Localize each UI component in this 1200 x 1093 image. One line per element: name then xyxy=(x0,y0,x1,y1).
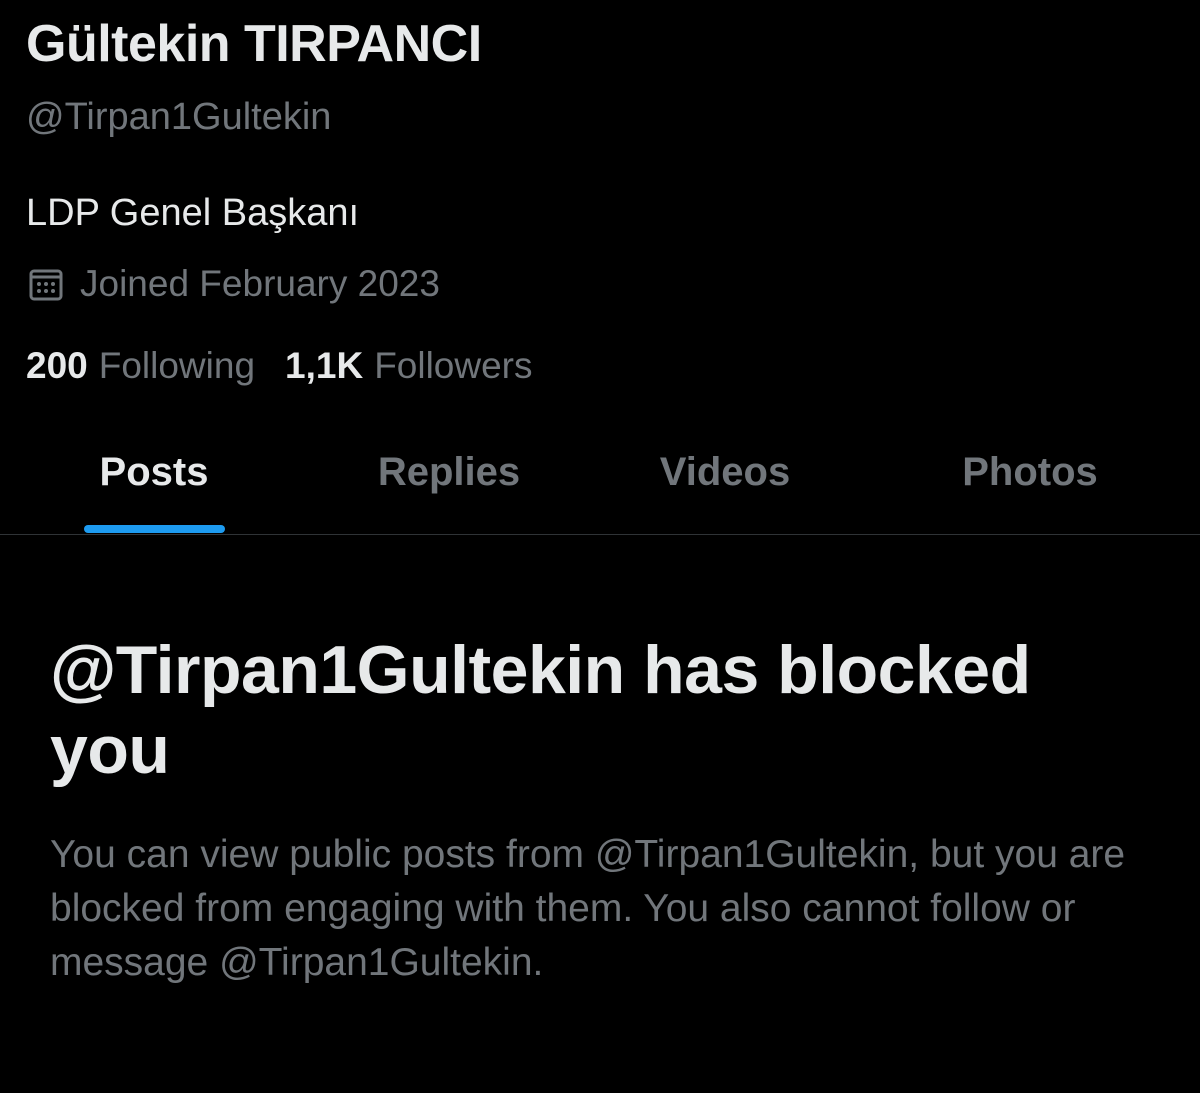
following-link[interactable]: 200 Following xyxy=(26,345,255,387)
calendar-icon xyxy=(26,264,66,304)
tab-posts[interactable]: Posts xyxy=(100,450,209,495)
following-count: 200 xyxy=(26,345,88,386)
blocked-notice: @Tirpan1Gultekin has blocked you You can… xyxy=(50,630,1160,990)
blocked-message: You can view public posts from @Tirpan1G… xyxy=(50,833,1126,984)
profile-bio: LDP Genel Başkanı xyxy=(26,192,360,234)
tab-replies[interactable]: Replies xyxy=(378,450,520,495)
profile-joined-date: Joined February 2023 xyxy=(26,263,440,305)
followers-label: Followers xyxy=(374,345,533,386)
tab-videos[interactable]: Videos xyxy=(660,450,790,495)
active-tab-indicator xyxy=(84,525,225,533)
profile-handle: @Tirpan1Gultekin xyxy=(26,96,332,138)
profile-tabs: Posts Replies Videos Photos xyxy=(0,430,1200,535)
profile-display-name: Gültekin TIRPANCI xyxy=(26,15,482,73)
followers-count: 1,1K xyxy=(285,345,364,386)
tab-photos[interactable]: Photos xyxy=(962,450,1098,495)
joined-date-text: Joined February 2023 xyxy=(80,263,440,304)
profile-stats: 200 Following 1,1K Followers xyxy=(26,345,563,387)
following-label: Following xyxy=(98,345,256,386)
followers-link[interactable]: 1,1K Followers xyxy=(285,345,532,387)
blocked-title: @Tirpan1Gultekin has blocked you xyxy=(50,632,1031,788)
